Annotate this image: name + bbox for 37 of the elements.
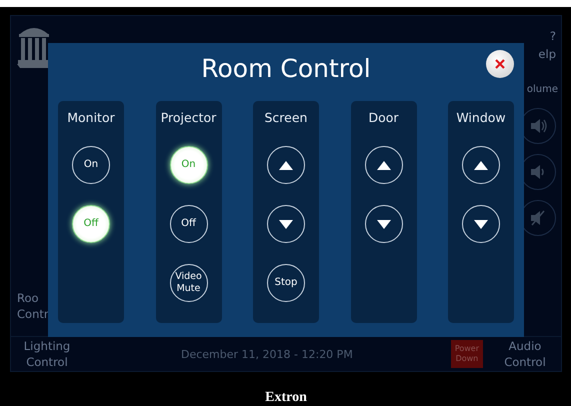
circle-button[interactable]: Video Mute — [170, 264, 208, 302]
circle-button[interactable]: On — [170, 146, 208, 184]
card-title: Window — [456, 109, 506, 127]
circle-button[interactable]: Stop — [267, 264, 305, 302]
volume-label: olume — [526, 83, 558, 97]
card-title: Monitor — [67, 109, 115, 127]
down-triangle-icon — [474, 220, 488, 228]
up-triangle-icon — [279, 160, 293, 170]
card-title: Projector — [160, 109, 216, 127]
close-button[interactable] — [486, 50, 514, 78]
down-button[interactable] — [267, 205, 305, 243]
room-control-label[interactable]: Roo Contr — [17, 290, 49, 322]
dialog-title: Room Control — [201, 53, 371, 85]
audio-control-label[interactable]: Audio Control — [504, 338, 546, 370]
down-triangle-icon — [376, 220, 390, 228]
circle-button[interactable]: Off — [170, 205, 208, 243]
circle-button[interactable]: Off — [72, 205, 110, 243]
date-time: December 11, 2018 - 12:20 PM — [180, 348, 354, 360]
down-button[interactable] — [462, 205, 500, 243]
down-button[interactable] — [364, 205, 402, 243]
help-question-mark[interactable]: ? — [550, 28, 556, 44]
up-button[interactable] — [462, 146, 500, 184]
down-triangle-icon — [279, 220, 293, 228]
card-title: Door — [368, 109, 399, 127]
help-label[interactable]: elp — [538, 46, 556, 62]
power-down-button[interactable]: Power Down — [450, 340, 483, 368]
close-icon — [495, 59, 505, 69]
up-triangle-icon — [376, 160, 390, 170]
lighting-control-label[interactable]: Lighting Control — [24, 338, 70, 370]
up-triangle-icon — [474, 160, 488, 170]
speaker-muted-icon — [529, 209, 547, 227]
up-button[interactable] — [267, 146, 305, 184]
up-button[interactable] — [364, 146, 402, 184]
card-title: Screen — [264, 109, 308, 127]
brand-caption: Extron — [265, 390, 307, 406]
speaker-icon — [529, 117, 547, 135]
circle-button[interactable]: On — [72, 146, 110, 184]
